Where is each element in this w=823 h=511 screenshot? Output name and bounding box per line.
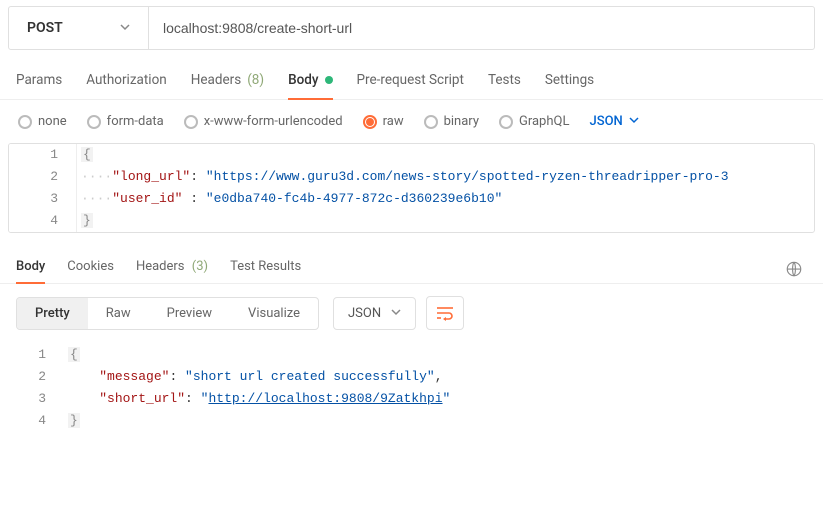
view-visualize[interactable]: Visualize — [230, 298, 318, 329]
tab-body[interactable]: Body — [288, 72, 332, 100]
response-body-editor[interactable]: 1 { 2 "message": "short url created succ… — [0, 340, 823, 432]
tab-headers[interactable]: Headers (8) — [191, 72, 264, 100]
radio-raw[interactable]: raw — [363, 114, 404, 129]
short-url-link[interactable]: http://localhost:9808/9Zatkhpi — [208, 391, 442, 406]
line-number: 3 — [8, 388, 64, 410]
method-label: POST — [27, 20, 63, 36]
radio-none[interactable]: none — [18, 114, 67, 129]
request-bar: POST — [8, 6, 815, 50]
radio-icon — [499, 115, 513, 129]
line-number: 4 — [8, 410, 64, 432]
body-type-row: none form-data x-www-form-urlencoded raw… — [0, 100, 823, 139]
view-preview[interactable]: Preview — [149, 298, 230, 329]
line-number: 2 — [9, 166, 77, 188]
method-select[interactable]: POST — [9, 7, 149, 49]
status-dot-icon — [325, 76, 333, 84]
tab-tests[interactable]: Tests — [488, 72, 521, 100]
resp-tab-body[interactable]: Body — [16, 259, 45, 284]
radio-icon — [363, 115, 377, 129]
response-tabs: Body Cookies Headers (3) Test Results — [0, 259, 823, 284]
request-tabs: Params Authorization Headers (8) Body Pr… — [0, 72, 823, 100]
line-number: 1 — [9, 144, 77, 166]
chevron-down-icon — [120, 20, 130, 36]
radio-icon — [87, 115, 101, 129]
line-number: 3 — [9, 188, 77, 210]
headers-count: (3) — [192, 259, 208, 274]
response-format-select[interactable]: JSON — [333, 297, 416, 330]
resp-tab-cookies[interactable]: Cookies — [67, 259, 114, 284]
radio-graphql[interactable]: GraphQL — [499, 114, 569, 129]
radio-icon — [18, 115, 32, 129]
line-number: 4 — [9, 210, 77, 232]
radio-form-data[interactable]: form-data — [87, 114, 164, 129]
radio-binary[interactable]: binary — [424, 114, 479, 129]
tab-settings[interactable]: Settings — [545, 72, 594, 100]
url-input[interactable] — [149, 7, 814, 49]
view-raw[interactable]: Raw — [88, 298, 149, 329]
line-number: 2 — [8, 366, 64, 388]
body-format-select[interactable]: JSON — [589, 114, 638, 129]
wrap-icon — [436, 305, 454, 321]
tab-prerequest[interactable]: Pre-request Script — [357, 72, 464, 100]
chevron-down-icon — [629, 114, 639, 129]
chevron-down-icon — [391, 306, 401, 321]
headers-count: (8) — [247, 72, 264, 88]
resp-tab-headers[interactable]: Headers (3) — [136, 259, 208, 284]
radio-icon — [424, 115, 438, 129]
response-view-controls: Pretty Raw Preview Visualize JSON — [0, 284, 823, 340]
view-mode-segment: Pretty Raw Preview Visualize — [16, 297, 319, 330]
request-body-editor[interactable]: 1 { 2 ····"long_url": "https://www.guru3… — [8, 143, 815, 233]
globe-icon[interactable] — [785, 260, 807, 282]
tab-authorization[interactable]: Authorization — [86, 72, 166, 100]
view-pretty[interactable]: Pretty — [17, 298, 88, 329]
tab-params[interactable]: Params — [16, 72, 62, 100]
radio-xwww[interactable]: x-www-form-urlencoded — [184, 114, 343, 129]
radio-icon — [184, 115, 198, 129]
resp-tab-test-results[interactable]: Test Results — [230, 259, 301, 284]
line-number: 1 — [8, 344, 64, 366]
wrap-lines-button[interactable] — [426, 296, 464, 330]
